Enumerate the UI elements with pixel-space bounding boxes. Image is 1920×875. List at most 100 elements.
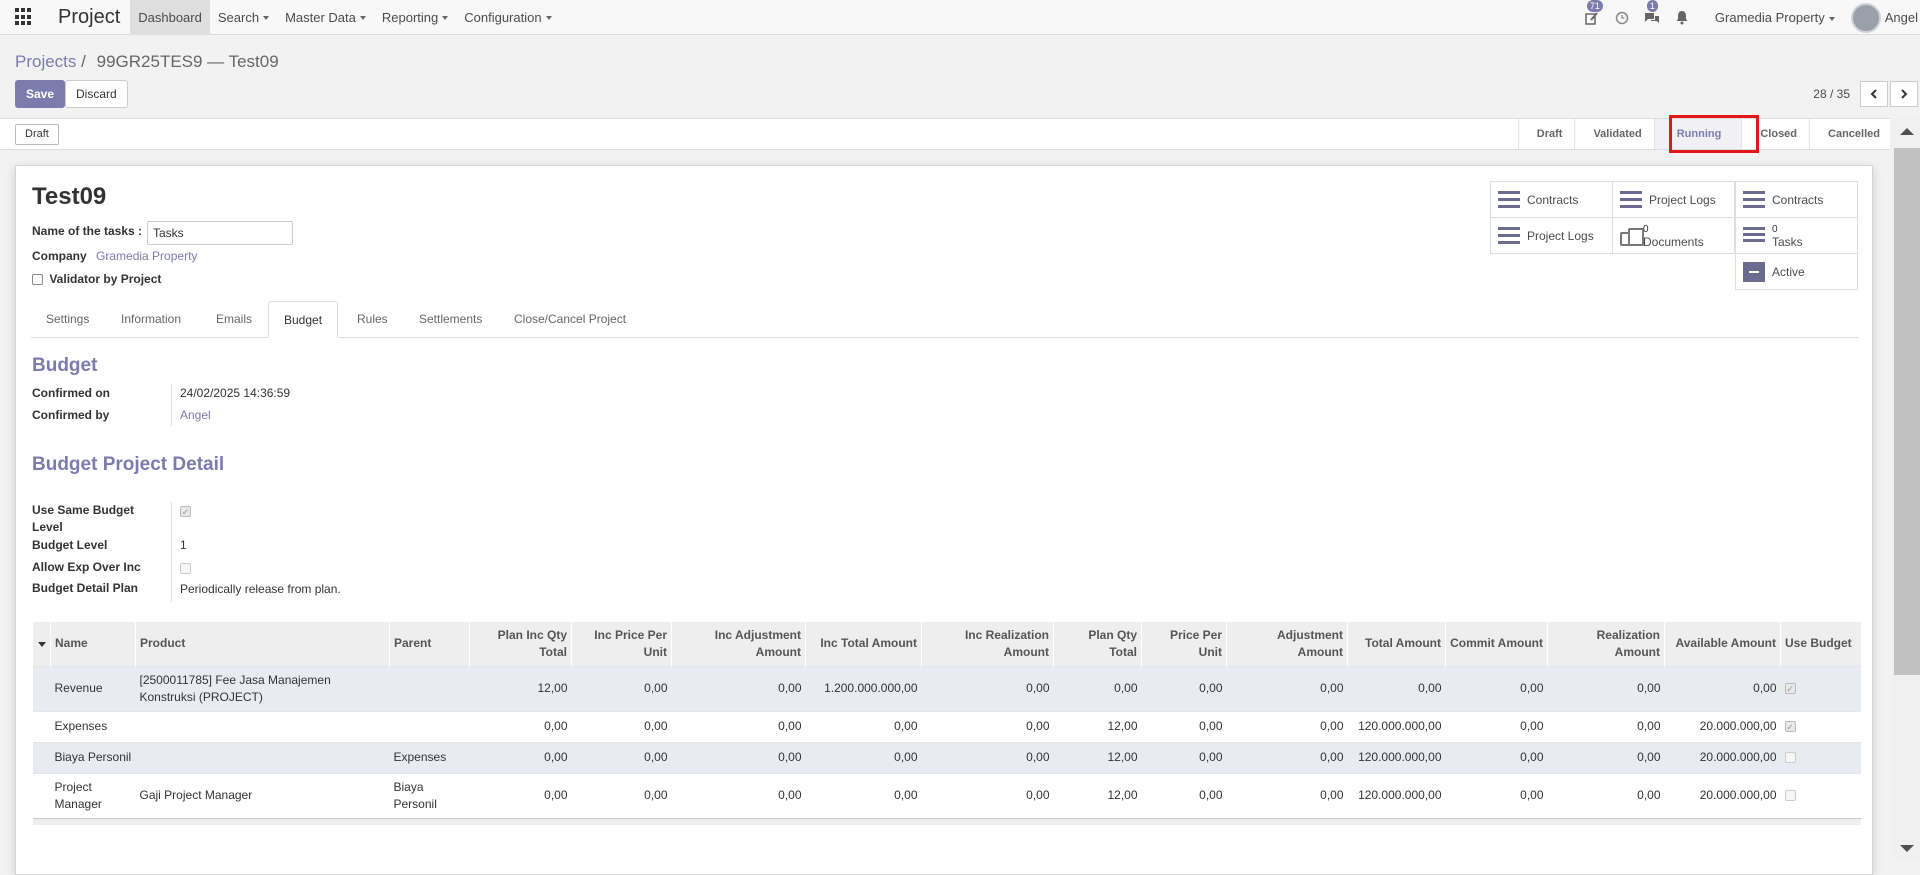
pager-prev-icon[interactable] [1860,81,1888,107]
stage-cancelled[interactable]: Cancelled [1809,119,1890,149]
menu-master-data[interactable]: Master Data [277,0,374,35]
scroll-down-icon[interactable] [1900,845,1914,852]
cell-value: 12,00 [1053,772,1142,818]
active-label: Active [1772,264,1805,279]
use-budget-checkbox [1784,721,1796,733]
user-name[interactable]: Angel [1885,10,1918,25]
table-row[interactable]: Biaya Personil Expenses 0,00 0,00 0,00 0… [32,741,1861,773]
company-switcher[interactable]: Gramedia Property [1715,10,1835,25]
menu-dashboard[interactable]: Dashboard [130,0,210,35]
cell-use-budget [1780,772,1861,818]
tasks-icon [1743,226,1765,245]
stage-validated[interactable]: Validated [1574,119,1653,149]
col-parent[interactable]: Parent [389,622,470,666]
col-plan-qty[interactable]: Plan Qty Total [1053,622,1142,666]
tab-close-cancel[interactable]: Close/Cancel Project [499,301,641,338]
tab-budget[interactable]: Budget [268,301,339,338]
contracts-smart-button-2[interactable]: Contracts [1735,181,1858,218]
messages-icon[interactable]: 1 [1642,0,1662,28]
col-commit[interactable]: Commit Amount [1445,622,1548,666]
cell-parent: Expenses [389,741,470,773]
col-price-per-unit[interactable]: Price Per Unit [1141,622,1227,666]
cell-use-budget [1780,665,1861,711]
cell-value: 120.000.000,00 [1347,710,1446,742]
save-button[interactable]: Save [15,80,66,108]
scrollbar[interactable] [1892,118,1920,860]
active-toggle-button[interactable]: Active [1735,253,1858,290]
tab-information[interactable]: Information [106,301,196,338]
cell-value: 0,00 [1141,741,1227,773]
cell-value: 0,00 [671,710,806,742]
scroll-thumb[interactable] [1894,148,1920,675]
activity-edit-icon[interactable]: 71 [1582,0,1603,28]
status-bar: Draft Draft Validated Running Closed Can… [0,118,1890,150]
col-adjustment[interactable]: Adjustment Amount [1226,622,1348,666]
project-logs-smart-button-2[interactable]: Project Logs [1490,217,1613,254]
tasks-smart-button[interactable]: 0 Tasks [1735,217,1858,254]
col-inc-adjustment[interactable]: Inc Adjustment Amount [671,622,806,666]
col-realization[interactable]: Realization Amount [1547,622,1665,666]
validator-checkbox[interactable] [32,274,43,286]
menu-reporting[interactable]: Reporting [374,0,456,35]
table-row[interactable]: Expenses 0,00 0,00 0,00 0,00 0,00 12,00 … [32,710,1861,742]
allow-exp-checkbox [180,563,191,575]
cell-value: 0,00 [1141,772,1227,818]
scroll-up-icon[interactable] [1900,128,1914,135]
company-field: Company Gramedia Property [32,249,197,263]
pager-next-icon[interactable] [1890,81,1918,107]
col-product[interactable]: Product [135,622,390,666]
cell-value: 0,00 [921,772,1054,818]
cell-value: 0,00 [1226,772,1348,818]
col-name[interactable]: Name [50,622,136,666]
pager-value[interactable]: 28 / 35 [1813,87,1850,101]
tab-rules[interactable]: Rules [342,301,403,338]
user-avatar[interactable] [1850,2,1881,33]
contracts-smart-button[interactable]: Contracts [1490,181,1613,218]
cell-value: 0,00 [1445,772,1548,818]
col-inc-price[interactable]: Inc Price Per Unit [571,622,672,666]
breadcrumb: Projects / 99GR25TES9 — Test09 [15,52,279,72]
documents-stat: 0 Documents [1643,223,1704,249]
messages-badge: 1 [1646,0,1658,12]
cell-value: 0,00 [671,665,806,711]
tab-emails[interactable]: Emails [201,301,267,338]
apps-menu-icon[interactable] [15,8,33,26]
clock-icon[interactable] [1612,8,1632,28]
set-draft-button[interactable]: Draft [15,124,59,145]
cell-name: Project Manager [50,772,136,818]
menu-search[interactable]: Search [210,0,277,35]
tab-settings[interactable]: Settings [31,301,104,338]
group-toggle-icon[interactable] [32,622,51,666]
col-inc-total[interactable]: Inc Total Amount [805,622,922,666]
col-available[interactable]: Available Amount [1664,622,1781,666]
discard-button[interactable]: Discard [65,80,128,108]
col-total[interactable]: Total Amount [1347,622,1446,666]
documents-smart-button[interactable]: 0 Documents [1612,217,1735,254]
same-level-checkbox [180,506,191,518]
budget-lines-table: Name Product Parent Plan Inc Qty Total I… [32,622,1861,825]
budget-level-value: 1 [180,538,187,552]
table-row[interactable]: Revenue [2500011785] Fee Jasa Manajemen … [32,665,1861,711]
tasks-input[interactable]: Tasks [147,221,293,245]
project-logs-smart-button[interactable]: Project Logs [1612,181,1735,218]
col-inc-realization[interactable]: Inc Realization Amount [921,622,1054,666]
company-link[interactable]: Gramedia Property [96,249,197,263]
tab-settlements[interactable]: Settlements [404,301,497,338]
cell-value: 0,00 [805,741,922,773]
cell-value: 0,00 [469,710,572,742]
menu-configuration[interactable]: Configuration [456,0,559,35]
plan-value: Periodically release from plan. [180,582,341,596]
col-use-budget[interactable]: Use Budget [1780,622,1861,666]
breadcrumb-projects[interactable]: Projects [15,52,76,71]
table-row[interactable]: Project Manager Gaji Project Manager Bia… [32,772,1861,818]
tasks-label: Name of the tasks : [32,224,143,238]
cell-value: 0,00 [1664,665,1781,711]
use-budget-checkbox [1784,683,1796,695]
col-plan-inc-qty[interactable]: Plan Inc Qty Total [469,622,572,666]
cell-product: [2500011785] Fee Jasa Manajemen Konstruk… [135,665,390,711]
stage-draft[interactable]: Draft [1517,119,1575,149]
cell-name: Revenue [50,665,136,711]
confirmed-by-value[interactable]: Angel [180,408,211,422]
bell-icon[interactable] [1672,8,1692,28]
cell-value: 0,00 [571,772,672,818]
